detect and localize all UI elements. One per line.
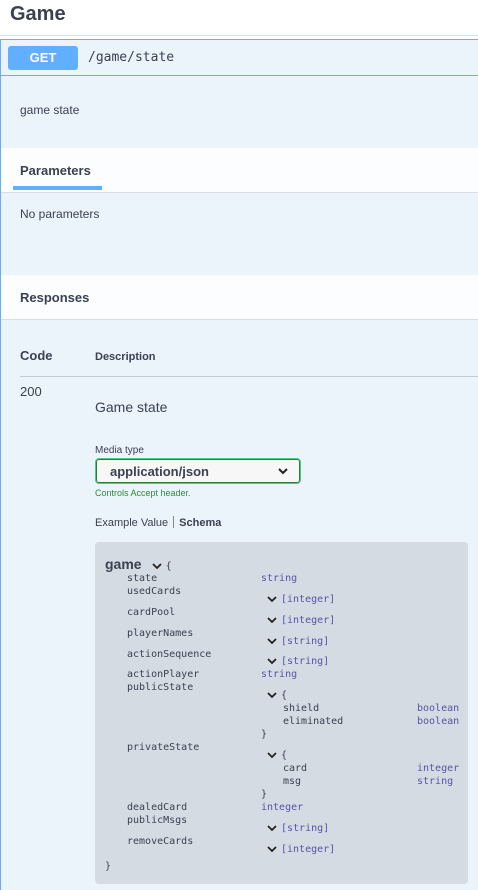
media-type-select[interactable]: application/json [95,458,301,484]
prop-toggle[interactable]: [integer] [267,594,335,605]
divider [173,516,175,528]
open-brace: { [281,750,288,761]
endpoint-path: /game/state [88,50,175,65]
prop-toggle[interactable]: [string] [267,636,329,647]
chevron-down-icon[interactable] [151,561,162,571]
responses-title: Responses [20,290,90,305]
prop-name: privateState [127,742,200,753]
prop-name: card [283,763,308,774]
prop-name: shield [283,703,320,714]
close-brace: } [261,789,268,800]
divider [0,35,478,36]
chevron-down-icon [267,596,277,603]
response-description: Game state [95,399,168,415]
media-type-label: Media type [95,445,144,456]
divider [20,376,478,377]
prop-name: publicMsgs [127,815,188,826]
chevron-down-icon [267,825,277,832]
prop-toggle[interactable]: { [267,750,287,761]
prop-type: [string] [281,656,330,667]
tab-schema[interactable]: Schema [179,517,221,529]
close-brace: } [105,861,112,872]
operation-summary[interactable]: GET /game/state [1,40,478,76]
prop-type: string [261,669,298,680]
model-title[interactable]: game { [105,556,172,572]
prop-name: playerNames [127,628,194,639]
responses-header: Responses [1,275,478,320]
prop-name: actionSequence [127,649,212,660]
chevron-down-icon [267,638,277,645]
prop-name: removeCards [127,836,194,847]
model-name: game [105,556,142,572]
prop-name: eliminated [283,716,344,727]
operation-block: GET /game/state game state Parameters No… [0,39,478,890]
chevron-down-icon [278,468,288,475]
prop-name: dealedCard [127,802,188,813]
prop-type: string [261,573,298,584]
prop-type: [integer] [281,615,336,626]
prop-type: [string] [281,823,330,834]
prop-type: integer [261,802,304,813]
prop-type: boolean [417,716,460,727]
response-code: 200 [20,384,42,399]
prop-toggle[interactable]: [string] [267,656,329,667]
active-tab-indicator [13,186,102,190]
media-type-value: application/json [110,464,209,479]
chevron-down-icon [267,658,277,665]
no-parameters-text: No parameters [20,207,100,221]
chevron-down-icon [267,617,277,624]
example-schema-tabs: Example Value Schema [95,516,221,529]
open-brace: { [281,690,288,701]
column-header-code: Code [20,348,53,363]
tab-example-value[interactable]: Example Value [95,517,168,529]
prop-type: [integer] [281,594,336,605]
prop-name: usedCards [127,586,182,597]
open-brace: { [165,561,172,572]
prop-type: boolean [417,703,460,714]
chevron-down-icon [267,846,277,853]
prop-name: cardPool [127,607,176,618]
column-header-description: Description [95,351,156,363]
method-badge: GET [8,46,78,70]
prop-type: string [417,776,454,787]
schema-model-box: game { state string usedCards [integer] … [95,542,468,884]
prop-toggle[interactable]: { [267,690,287,701]
prop-name: publicState [127,682,194,693]
chevron-down-icon [267,752,277,759]
prop-type: integer [417,763,460,774]
prop-toggle[interactable]: [integer] [267,615,335,626]
close-brace: } [261,729,268,740]
prop-name: msg [283,776,302,787]
prop-type: [integer] [281,844,336,855]
controls-accept-hint: Controls Accept header. [95,488,191,498]
section-title[interactable]: Game [10,0,66,28]
prop-name: state [127,573,158,584]
operation-description: game state [20,103,80,117]
prop-type: [string] [281,636,330,647]
tab-parameters[interactable]: Parameters [20,163,91,178]
prop-name: actionPlayer [127,669,200,680]
parameters-header: Parameters [1,148,478,193]
chevron-down-icon [267,692,277,699]
prop-toggle[interactable]: [integer] [267,844,335,855]
prop-toggle[interactable]: [string] [267,823,329,834]
